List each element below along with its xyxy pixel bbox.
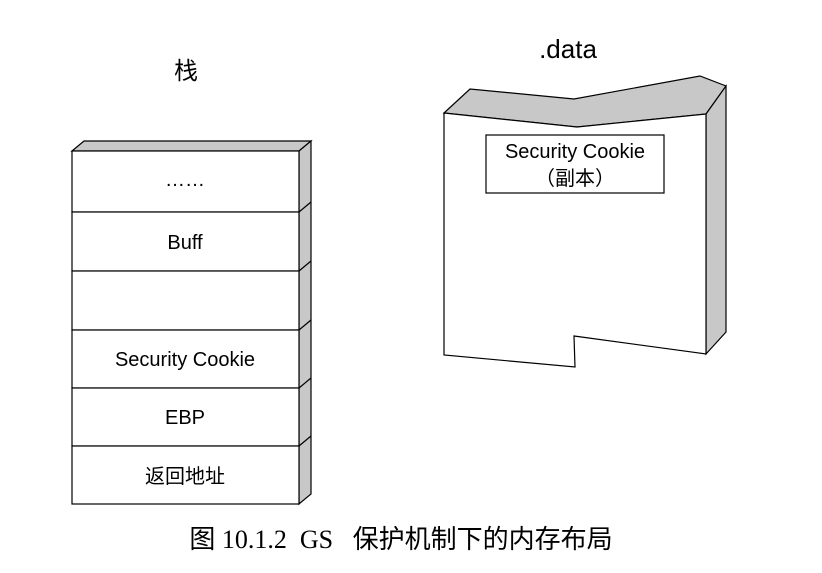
cookie-copy-label: Security Cookie: [505, 141, 645, 163]
cookie-copy-sublabel: （副本）: [535, 167, 615, 190]
stack-cell-security-cookie-label: Security Cookie: [115, 349, 255, 371]
stack-group: 栈 …… Buff Security Cookie EBP 返回地址: [70, 58, 313, 506]
data-section-side-face: [705, 84, 727, 356]
data-section-title: .data: [539, 34, 597, 64]
stack-title: 栈: [174, 58, 198, 85]
stack-cell-ebp-label: EBP: [165, 407, 205, 429]
stack-cell-empty: [71, 270, 300, 331]
figure-caption: 图 10.1.2 GS 保护机制下的内存布局: [189, 525, 612, 554]
stack-cell-buff-label: Buff: [167, 232, 203, 254]
gs-memory-layout-diagram: 栈 …… Buff Security Cookie EBP 返回地址 .data…: [70, 34, 727, 554]
stack-cell-ellipsis-label: ……: [165, 169, 205, 191]
stack-side-face: [298, 139, 312, 506]
stack-top-face: [70, 140, 313, 152]
stack-cell-return-address-label: 返回地址: [145, 465, 225, 488]
stack-cells: [71, 150, 300, 505]
data-section-group: .data Security Cookie （副本）: [442, 34, 727, 368]
